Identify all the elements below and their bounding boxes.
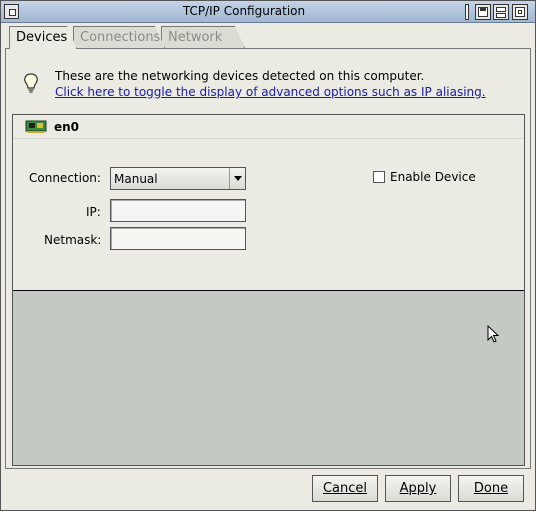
zoom-icon [496, 7, 506, 12]
network-card-icon [25, 120, 47, 133]
ip-label: IP: [86, 205, 101, 219]
lightbulb-icon [24, 73, 38, 93]
depth-icon-inner [518, 10, 522, 14]
info-message: These are the networking devices detecte… [55, 69, 425, 83]
device-list-area [13, 290, 524, 465]
enable-device-label[interactable]: Enable Device [390, 170, 476, 184]
cancel-button[interactable]: Cancel [312, 475, 378, 502]
ip-field[interactable] [110, 199, 246, 222]
tab-bar: Devices Connections Network [9, 26, 529, 48]
enable-device-checkbox[interactable] [373, 171, 385, 183]
done-button[interactable]: Done [458, 475, 524, 502]
netmask-label: Netmask: [44, 233, 102, 247]
connection-label: Connection: [29, 171, 101, 185]
tcpip-configuration-window: TCP/IP Configuration Devices Connections… [0, 0, 536, 511]
device-name: en0 [54, 120, 80, 134]
tab-connections[interactable]: Connections [73, 26, 165, 48]
info-message-block: These are the networking devices detecte… [55, 68, 486, 100]
depth-button[interactable] [512, 4, 528, 20]
dropdown-arrow-icon [229, 168, 245, 189]
connection-select[interactable]: Manual [110, 167, 246, 190]
netmask-field[interactable] [110, 227, 246, 250]
shade-icon-bar [480, 7, 486, 11]
apply-button[interactable]: Apply [385, 475, 451, 502]
title-bar[interactable]: TCP/IP Configuration [1, 1, 535, 23]
device-header: en0 [13, 115, 524, 139]
tab-devices[interactable]: Devices [9, 26, 77, 49]
zoom-button[interactable] [493, 4, 509, 20]
shade-button[interactable] [475, 4, 491, 20]
title-bar-drag-handle[interactable] [465, 4, 469, 20]
window-title: TCP/IP Configuration [182, 4, 306, 18]
mouse-pointer-icon [487, 325, 500, 343]
device-section: en0 Connection: Manual Enable Device IP:… [12, 114, 525, 466]
tab-network[interactable]: Network [161, 26, 245, 48]
connection-select-value: Manual [114, 172, 158, 186]
close-window-button[interactable] [4, 4, 19, 19]
advanced-options-link[interactable]: Click here to toggle the display of adva… [55, 84, 486, 100]
zoom-icon-lower [496, 13, 506, 18]
